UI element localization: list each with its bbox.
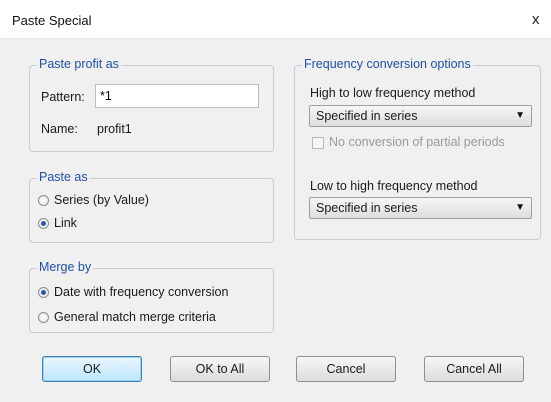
no-partial-checkbox[interactable] [312,137,324,149]
cancel-all-button[interactable]: Cancel All [424,356,524,382]
radio-button[interactable] [38,287,49,298]
radio-label: Date with frequency conversion [54,285,229,299]
high-to-low-label: High to low frequency method [310,86,476,100]
frequency-options-legend: Frequency conversion options [302,57,473,71]
paste-as-group [29,178,274,243]
cancel-button[interactable]: Cancel [296,356,396,382]
radio-date-frequency-conversion[interactable]: Date with frequency conversion [37,285,267,301]
radio-button[interactable] [38,218,49,229]
dialog-title: Paste Special [12,13,92,28]
no-partial-label: No conversion of partial periods [329,135,505,149]
close-icon[interactable]: x [532,11,540,28]
ok-to-all-button[interactable]: OK to All [170,356,270,382]
chevron-down-icon: ▼ [515,202,525,213]
low-to-high-label: Low to high frequency method [310,179,478,193]
pattern-input[interactable] [95,84,259,108]
radio-series-by-value[interactable]: Series (by Value) [37,193,257,209]
low-to-high-value: Specified in series [316,201,418,215]
radio-button[interactable] [38,195,49,206]
radio-button[interactable] [38,312,49,323]
radio-link[interactable]: Link [37,216,257,232]
low-to-high-dropdown[interactable]: Specified in series ▼ [309,197,532,219]
paste-profit-legend: Paste profit as [37,57,121,71]
ok-button[interactable]: OK [42,356,142,382]
pattern-label: Pattern: [41,90,85,104]
name-label: Name: [41,122,78,136]
radio-label: Series (by Value) [54,193,149,207]
chevron-down-icon: ▼ [515,110,525,121]
name-value: profit1 [97,122,132,136]
high-to-low-dropdown[interactable]: Specified in series ▼ [309,105,532,127]
paste-profit-group [29,65,274,152]
paste-as-legend: Paste as [37,170,90,184]
radio-label: General match merge criteria [54,310,216,324]
merge-by-legend: Merge by [37,260,94,274]
title-bar: Paste Special x [0,0,551,39]
radio-label: Link [54,216,77,230]
high-to-low-value: Specified in series [316,109,418,123]
radio-general-match-merge[interactable]: General match merge criteria [37,310,267,326]
